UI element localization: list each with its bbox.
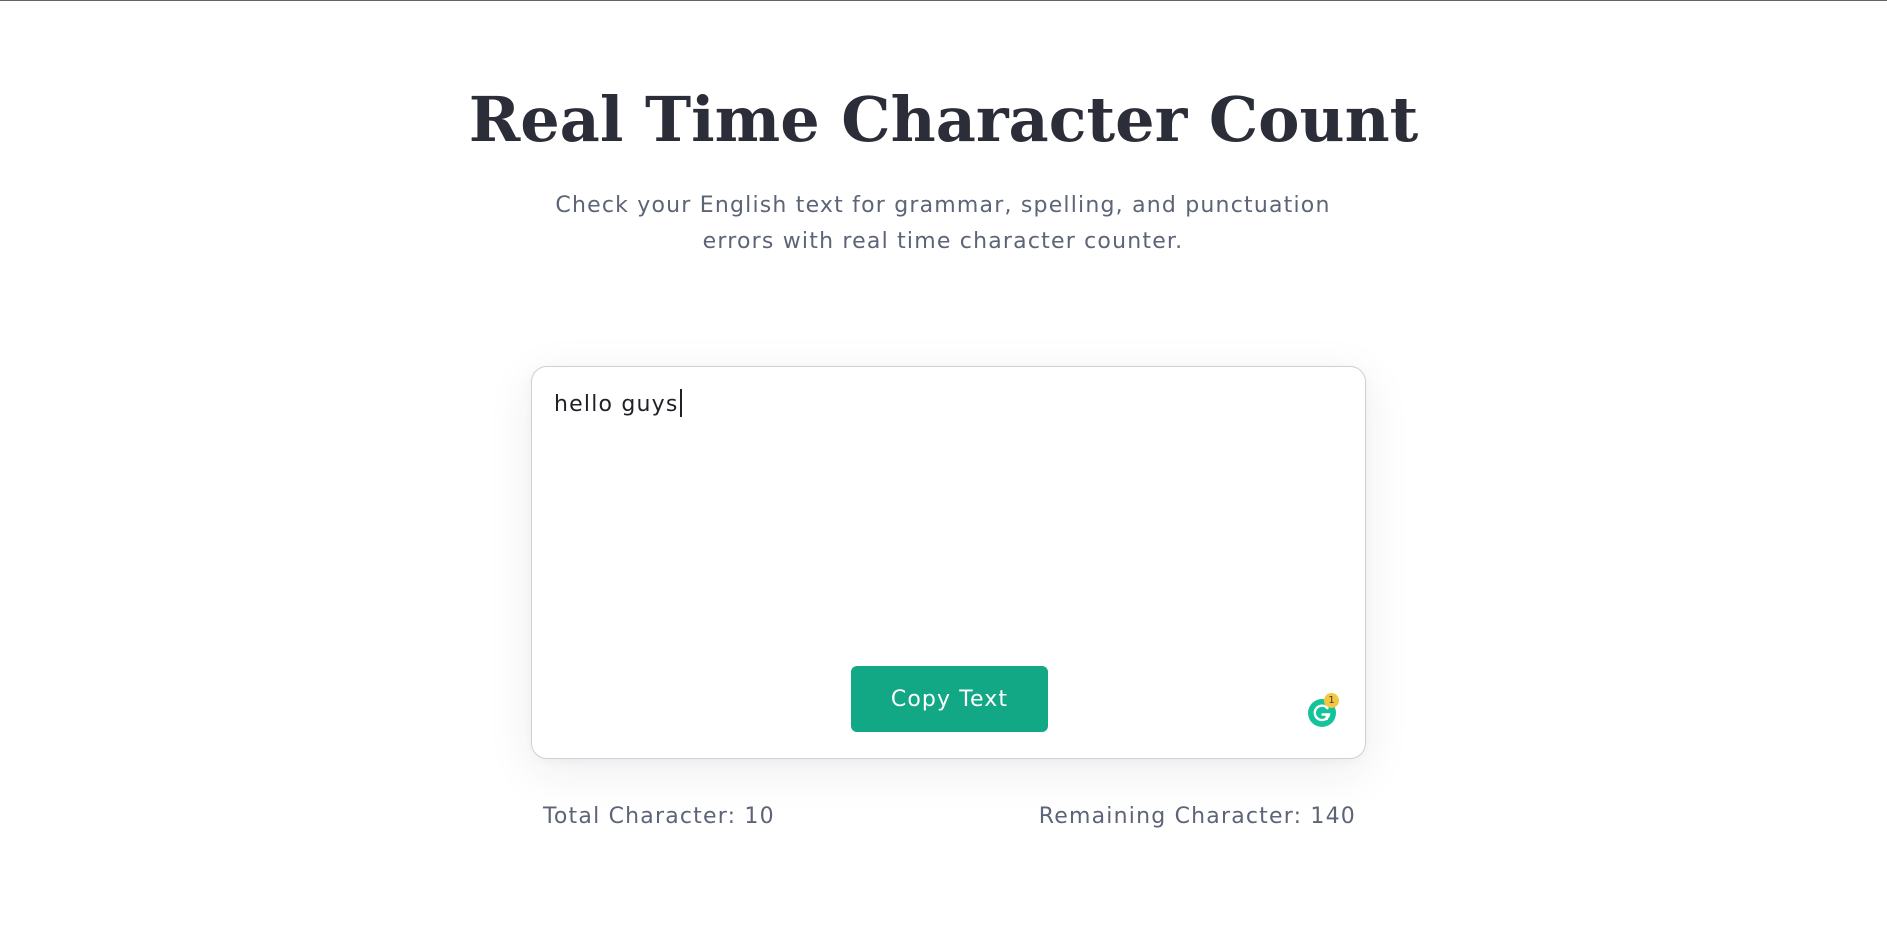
remaining-character-count: Remaining Character: 140	[1038, 804, 1356, 829]
total-character-count: Total Character: 10	[543, 804, 775, 829]
text-input-value: hello guys	[554, 392, 679, 417]
character-stats: Total Character: 10 Remaining Character:…	[543, 802, 1356, 832]
page: Real Time Character Count Check your Eng…	[0, 0, 1887, 927]
page-subtitle: Check your English text for grammar, spe…	[555, 193, 1331, 254]
page-title: Real Time Character Count	[468, 83, 1419, 156]
text-caret	[679, 389, 682, 417]
grammarly-badge: 1	[1324, 693, 1339, 708]
copy-text-button[interactable]: Copy Text	[851, 666, 1048, 732]
text-input[interactable]: hello guys	[554, 389, 1334, 589]
editor-card: hello guys Copy Text 1	[531, 366, 1366, 759]
